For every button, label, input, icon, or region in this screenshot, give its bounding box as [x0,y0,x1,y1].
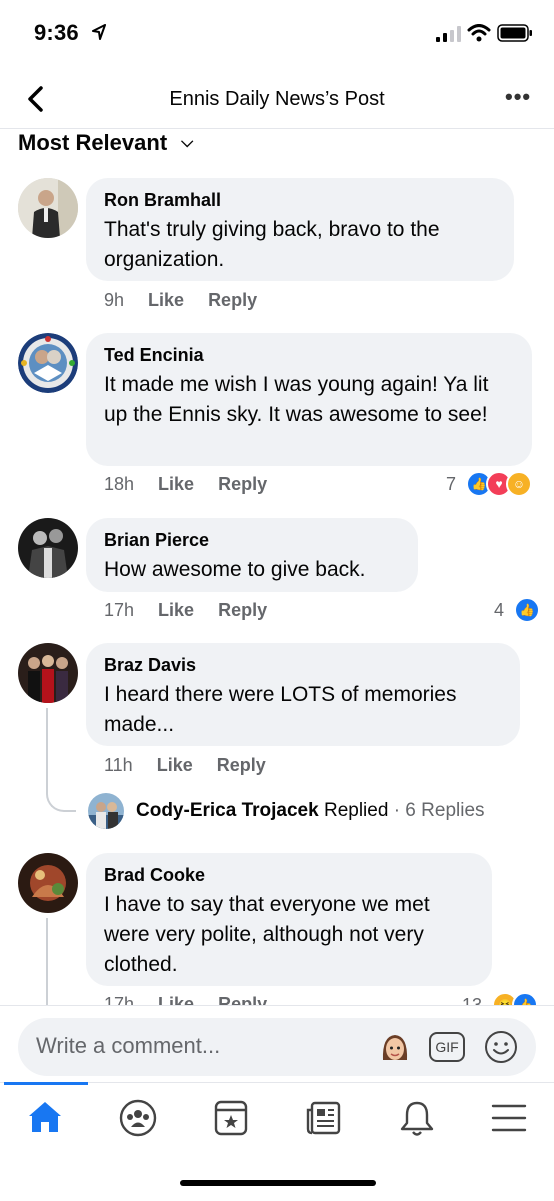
replied-label: Replied [323,800,389,821]
comment-bubble: Ron Bramhall That's truly giving back, b… [86,178,514,281]
reply-count: · 6 Replies [393,800,485,821]
like-button[interactable]: Like [148,290,184,310]
reply-avatar[interactable] [88,793,124,829]
comment-bubble: Braz Davis I heard there were LOTS of me… [86,643,520,746]
gif-label: GIF [435,1039,459,1055]
more-options-icon[interactable]: ••• [505,84,531,110]
gif-button[interactable]: GIF [429,1032,465,1062]
commenter-name[interactable]: Ted Encinia [104,345,514,366]
comment-meta: 11h Like Reply [104,755,290,776]
comment-bubble: Ted Encinia It made me wish I was young … [86,333,532,466]
groups-icon[interactable] [118,1098,158,1138]
comment-time: 11h [104,755,133,775]
wifi-icon [467,24,491,42]
status-time: 9:36 [34,20,79,45]
news-icon[interactable] [304,1098,344,1138]
pages-icon[interactable] [212,1098,250,1138]
avatar[interactable] [18,853,78,913]
commenter-name[interactable]: Braz Davis [104,655,502,676]
comment-bubble: Brian Pierce How awesome to give back. [86,518,418,592]
reply-button[interactable]: Reply [217,755,266,775]
comment-meta: 18h Like Reply [104,474,291,495]
sort-dropdown[interactable]: Most Relevant ⌵ [18,130,193,156]
sort-label: Most Relevant [18,130,168,155]
comment-time: 17h [104,600,135,620]
avatar[interactable] [18,643,78,703]
avatar[interactable] [18,178,78,238]
like-button[interactable]: Like [158,474,194,494]
comment-text: I heard there were LOTS of memories made… [104,683,457,736]
notifications-icon[interactable] [398,1098,436,1138]
commenter-name[interactable]: Brad Cooke [104,865,474,886]
comment-text: I have to say that everyone we met were … [104,893,430,976]
battery-icon [497,24,532,42]
comment-meta: 9h Like Reply [104,290,281,311]
emoji-icon[interactable] [484,1030,518,1064]
commenter-name[interactable]: Ron Bramhall [104,190,496,211]
comment-text: It made me wish I was young again! Ya li… [104,373,489,426]
reply-thread-line [46,708,76,812]
reaction-count: 4 [494,599,505,620]
comment-bubble: Brad Cooke I have to say that everyone w… [86,853,492,986]
reply-button[interactable]: Reply [218,474,267,494]
reaction-count: 7 [446,473,457,494]
comment-placeholder: Write a comment... [36,1033,221,1058]
view-replies-link[interactable]: Cody-Erica Trojacek Replied · 6 Replies [136,800,485,822]
comment-text: How awesome to give back. [104,558,366,581]
page-title: Ennis Daily News’s Post [169,88,385,110]
comment-meta: 17h Like Reply [104,600,291,621]
avatar-sticker-icon[interactable] [378,1030,412,1064]
care-reaction-icon: ☺ [506,471,533,497]
comment-text: That's truly giving back, bravo to the o… [104,218,440,271]
avatar[interactable] [18,518,78,578]
reply-author: Cody-Erica Trojacek [136,800,319,821]
reaction-summary[interactable]: 4 👍 [494,597,541,623]
reply-button[interactable]: Reply [218,600,267,620]
comment-time: 9h [104,290,125,310]
commenter-name[interactable]: Brian Pierce [104,530,400,551]
comment-time: 18h [104,474,135,494]
active-tab-indicator [4,1082,88,1085]
avatar[interactable] [18,333,78,393]
signal-icon [436,26,461,42]
home-indicator [180,1180,376,1186]
like-button[interactable]: Like [158,600,194,620]
reply-thread-line [46,918,50,1008]
like-reaction-icon: 👍 [514,597,541,623]
menu-icon[interactable] [490,1100,528,1136]
reply-button[interactable]: Reply [208,290,257,310]
chevron-down-icon: ⌵ [181,134,194,151]
reaction-summary[interactable]: 7 👍 ♥ ☺ [446,471,533,497]
home-icon[interactable] [26,1098,64,1136]
location-arrow-icon [92,24,106,40]
like-button[interactable]: Like [157,755,193,775]
